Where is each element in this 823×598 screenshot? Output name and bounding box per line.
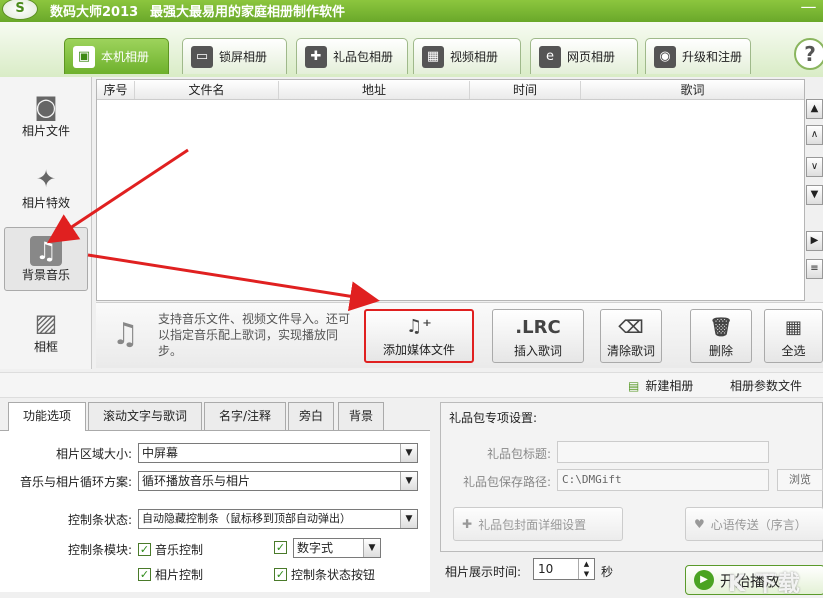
show-time-label: 相片展示时间: — [445, 565, 522, 579]
digital-style-select[interactable]: 数字式 ▼ — [293, 538, 381, 558]
album-strip: ▤ 新建相册 相册参数文件 — [0, 372, 823, 398]
loop-scheme-select[interactable]: 循环播放音乐与相片 ▼ — [138, 471, 418, 491]
link-label: 相册参数文件 — [730, 379, 803, 393]
checkmark-icon: ✓ — [274, 568, 287, 581]
gift-panel-title: 礼品包专项设置: — [449, 411, 538, 425]
checkmark-icon: ✓ — [138, 568, 151, 581]
select-value: 循环播放音乐与相片 — [142, 474, 251, 488]
button-label: 礼品包封面详细设置 — [478, 517, 587, 532]
spin-arrows-icon[interactable]: ▲ ▼ — [578, 559, 594, 579]
tab-narration[interactable]: 旁白 — [288, 402, 334, 430]
ctrlbar-state-select[interactable]: 自动隐藏控制条（鼠标移到顶部自动弹出） ▼ — [138, 509, 418, 529]
document-icon: ▤ — [628, 378, 640, 393]
ctrlbar-module-label: 控制条模块: — [67, 543, 132, 557]
area-size-label: 相片区域大小: — [55, 447, 132, 461]
checkmark-icon: ✓ — [138, 543, 151, 556]
select-value: 中屏幕 — [142, 446, 179, 460]
gift-name-input[interactable] — [557, 441, 769, 463]
gift-cover-button[interactable]: ✚ 礼品包封面详细设置 — [453, 507, 623, 541]
gift-name-label: 礼品包标题: — [486, 447, 551, 461]
checkbox-label: 控制条状态按钮 — [291, 568, 376, 582]
tab-scroll-text-lyrics[interactable]: 滚动文字与歌词 — [88, 402, 202, 430]
checkmark-icon: ✓ — [274, 541, 287, 554]
option-tabs: 功能选项 滚动文字与歌词 名字/注释 旁白 背景 — [8, 402, 428, 431]
photo-control-checkbox[interactable]: ✓ 相片控制 — [138, 566, 203, 583]
link-label: 新建相册 — [645, 379, 694, 393]
area-size-select[interactable]: 中屏幕 ▼ — [138, 443, 418, 463]
ctrlbar-state-button-checkbox[interactable]: ✓ 控制条状态按钮 — [274, 566, 375, 583]
chevron-down-icon: ▼ — [363, 539, 380, 557]
chevron-down-icon: ▼ — [400, 510, 417, 528]
chevron-down-icon: ▼ — [400, 472, 417, 490]
heart-message-button[interactable]: ♥ 心语传送（序言） — [685, 507, 823, 541]
options-panel: 相片区域大小: 中屏幕 ▼ 音乐与相片循环方案: 循环播放音乐与相片 ▼ 控制条… — [0, 430, 430, 592]
ctrlbar-state-label: 控制条状态: — [67, 513, 132, 527]
button-label: 心语传送（序言） — [710, 517, 807, 532]
heart-icon: ♥ — [694, 517, 705, 531]
show-time-unit: 秒 — [601, 565, 614, 579]
tab-name-notes[interactable]: 名字/注释 — [204, 402, 286, 430]
arrow-to-add-media — [87, 253, 380, 312]
tab-function-options[interactable]: 功能选项 — [8, 402, 86, 431]
gift-settings-panel: 礼品包专项设置: 礼品包标题: 礼品包保存路径: C:\DMGift 浏览 ✚ … — [440, 402, 823, 552]
tab-background[interactable]: 背景 — [338, 402, 384, 430]
select-value: 自动隐藏控制条（鼠标移到顶部自动弹出） — [142, 512, 351, 525]
play-icon: ▶ — [694, 570, 714, 590]
checkbox-label: 相片控制 — [155, 568, 204, 582]
loop-scheme-label: 音乐与相片循环方案: — [19, 475, 132, 489]
album-params-link[interactable]: 相册参数文件 — [730, 377, 802, 394]
select-value: 数字式 — [297, 541, 334, 555]
digital-checkbox[interactable]: ✓ — [274, 541, 291, 554]
gift-icon: ✚ — [462, 517, 473, 531]
gift-path-label: 礼品包保存路径: — [462, 475, 551, 489]
gift-path-input[interactable]: C:\DMGift — [557, 469, 769, 491]
browse-button[interactable]: 浏览 — [777, 469, 823, 491]
music-control-checkbox[interactable]: ✓ 音乐控制 — [138, 541, 203, 558]
watermark: K 下载 — [728, 572, 801, 597]
chevron-down-icon: ▼ — [400, 444, 417, 462]
arrow-to-music-nav — [46, 148, 189, 244]
new-album-link[interactable]: ▤ 新建相册 — [628, 377, 693, 394]
checkbox-label: 音乐控制 — [155, 543, 204, 557]
